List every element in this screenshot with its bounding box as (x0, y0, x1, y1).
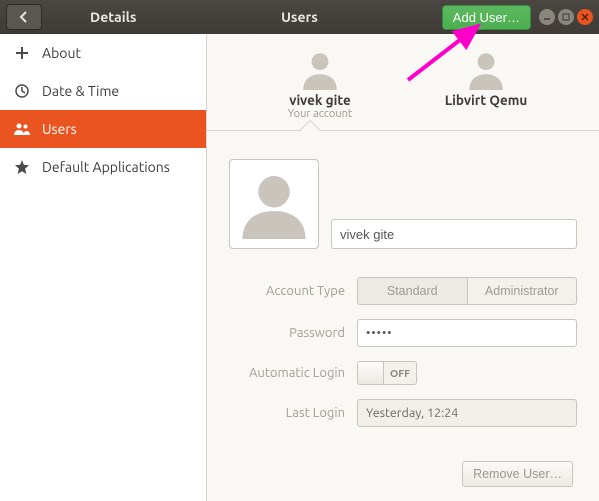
back-button[interactable] (6, 4, 42, 30)
person-icon (465, 48, 507, 90)
user-selector-row: vivek gite Your account Libvirt Qemu (207, 34, 599, 131)
toggle-state-label: OFF (384, 367, 416, 379)
lastlogin-label: Last Login (229, 406, 357, 420)
sidebar-item-users[interactable]: Users (0, 110, 206, 148)
sidebar-item-default-apps[interactable]: Default Applications (0, 148, 206, 186)
window-section-title: Details (90, 9, 136, 25)
window-minimize-button[interactable] (539, 9, 555, 25)
toggle-knob (358, 362, 384, 384)
account-type-label: Account Type (229, 284, 357, 298)
chevron-left-icon (19, 11, 29, 23)
page-title: Users (281, 9, 318, 25)
account-type-admin[interactable]: Administrator (468, 277, 578, 305)
user-card-subtitle: Your account (288, 108, 352, 120)
window-maximize-button[interactable] (558, 9, 574, 25)
sidebar-item-about[interactable]: About (0, 34, 206, 72)
user-card-name: Libvirt Qemu (445, 92, 528, 108)
plus-icon (14, 46, 30, 60)
sidebar-item-label: Users (42, 121, 77, 137)
content-panel: vivek gite Your account Libvirt Qemu Acc… (207, 34, 599, 501)
sidebar-item-date-time[interactable]: Date & Time (0, 72, 206, 110)
user-card[interactable]: Libvirt Qemu (416, 48, 556, 130)
avatar-picker[interactable] (229, 159, 319, 249)
clock-icon (14, 84, 30, 98)
lastlogin-value[interactable]: Yesterday, 12:24 (357, 399, 577, 427)
sidebar-item-label: Date & Time (42, 83, 119, 99)
password-field[interactable]: ••••• (357, 319, 577, 347)
autologin-label: Automatic Login (229, 366, 357, 380)
account-type-standard[interactable]: Standard (357, 277, 468, 305)
users-icon (14, 122, 30, 136)
user-detail-panel: Account Type Standard Administrator Pass… (207, 131, 599, 501)
autologin-toggle[interactable]: OFF (357, 361, 417, 385)
window-controls (539, 9, 593, 25)
user-card-name: vivek gite (289, 92, 351, 108)
window-close-button[interactable] (577, 9, 593, 25)
star-icon (14, 160, 30, 174)
person-icon (299, 48, 341, 90)
add-user-button[interactable]: Add User… (442, 5, 531, 30)
titlebar: Details Users Add User… (0, 0, 599, 34)
user-card-selected[interactable]: vivek gite Your account (250, 48, 390, 130)
full-name-input[interactable] (331, 219, 577, 249)
sidebar-item-label: About (42, 45, 81, 61)
person-icon (239, 169, 309, 239)
sidebar-item-label: Default Applications (42, 159, 170, 175)
password-label: Password (229, 326, 357, 340)
account-type-segmented[interactable]: Standard Administrator (357, 277, 577, 305)
remove-user-button[interactable]: Remove User… (462, 461, 573, 487)
sidebar: About Date & Time Users Default Applicat… (0, 34, 207, 501)
